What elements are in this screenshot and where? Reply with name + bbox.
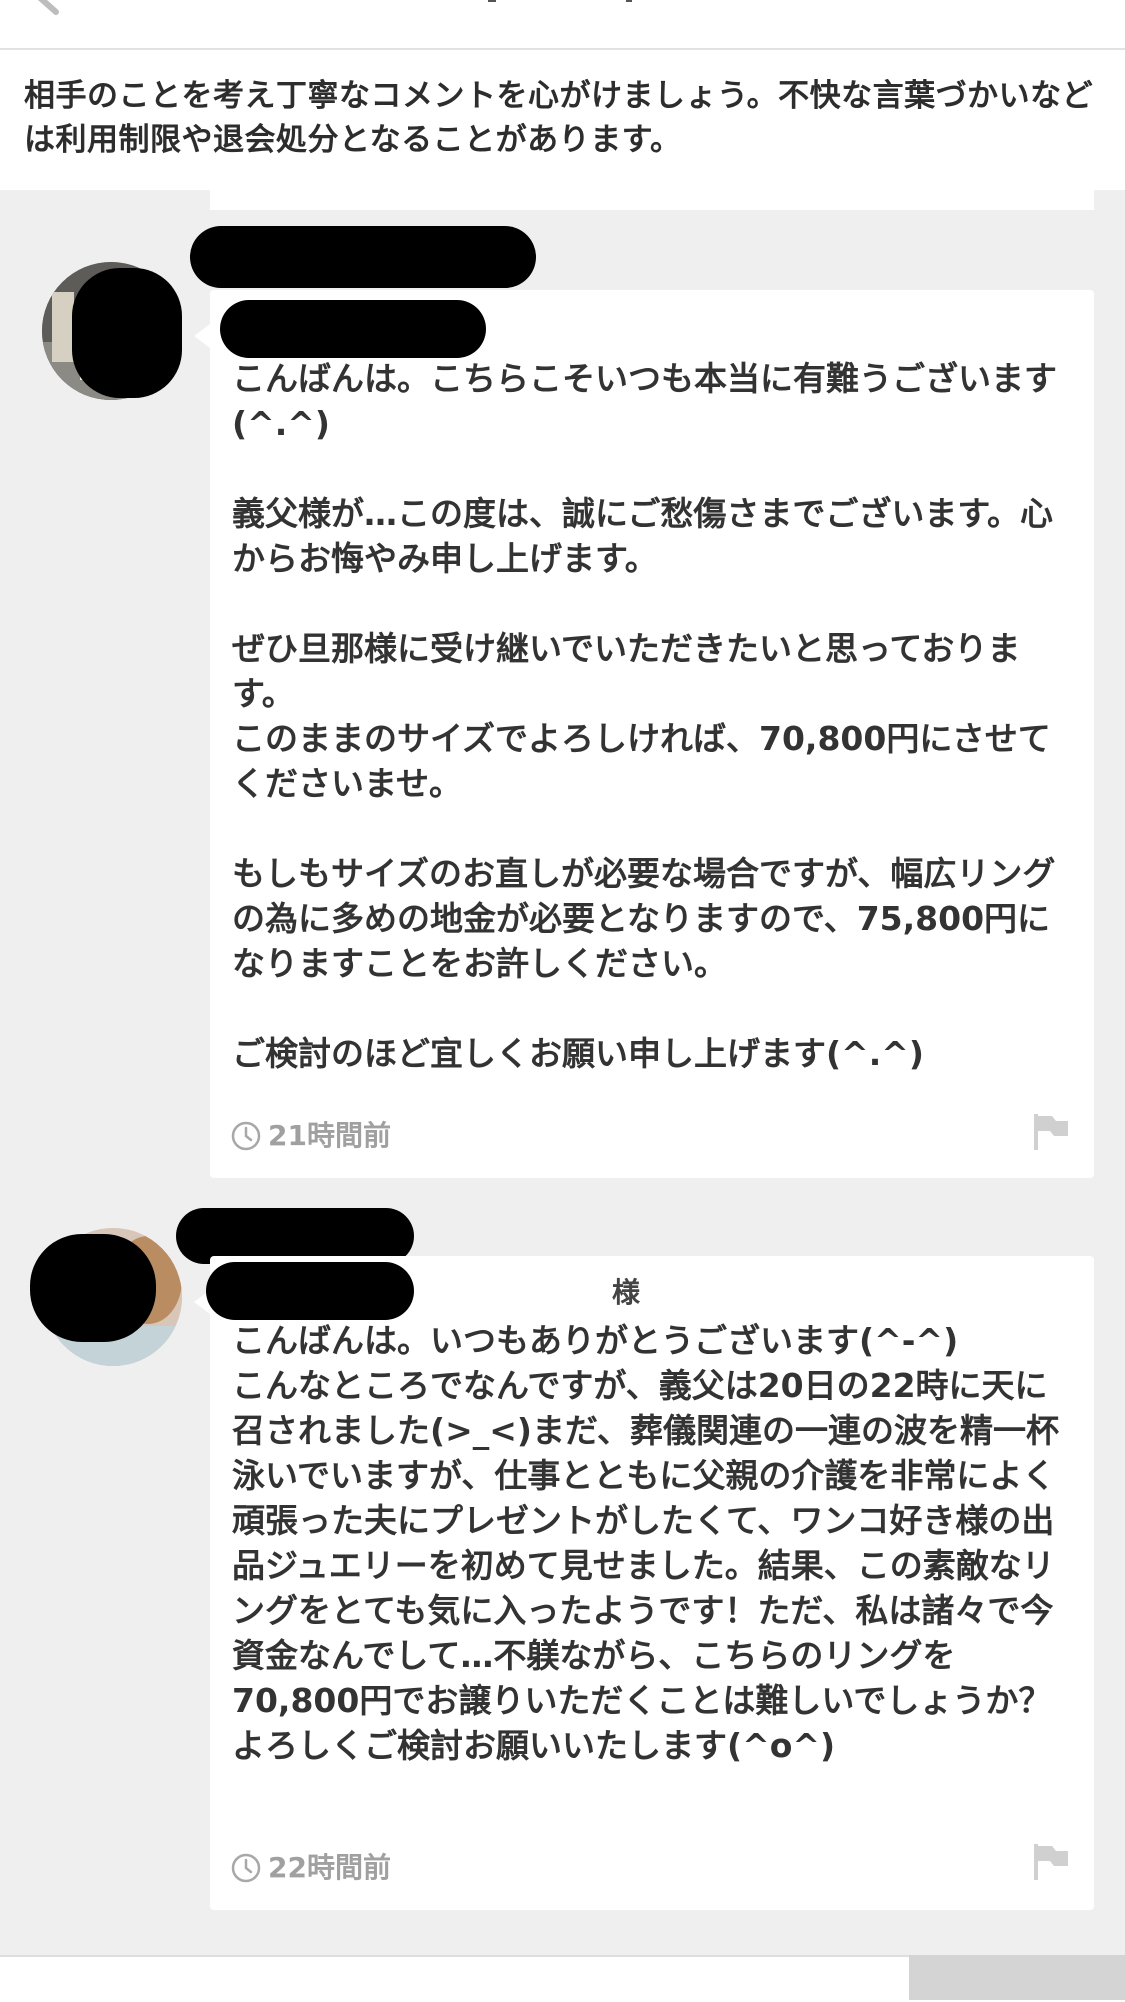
- comment-bubble: 様 こんばんは。いつもありがとうございます(^-^) こんなところでなんですが、…: [194, 1256, 1094, 1910]
- back-arrow-icon[interactable]: [30, 0, 70, 18]
- comment-paragraph: こんなところでなんですが、義父は20日の22時に天に召されました(>_<)まだ、…: [232, 1366, 1059, 1720]
- redaction-mark: [72, 268, 182, 398]
- comment-paragraph: 義父様が…この度は、誠にご愁傷さまでございます。心からお悔やみ申し上げます。: [232, 494, 1054, 578]
- page-title-fragment: [488, 0, 632, 2]
- redaction-mark: [30, 1234, 156, 1342]
- comment-timestamp: 22時間前: [230, 1850, 391, 1886]
- send-button[interactable]: [909, 1955, 1125, 2000]
- notice-text: 相手のことを考え丁寧なコメントを心がけましょう。不快な言葉づかいなどは利用制限や…: [24, 78, 1094, 158]
- comment-paragraph: ご検討のほど宜しくお願い申し上げます(^.^): [232, 1034, 925, 1073]
- redaction-mark: [220, 300, 486, 358]
- time-ago-text: 22時間前: [268, 1851, 391, 1884]
- top-navigation-bar: [0, 0, 1125, 50]
- comment-timestamp: 21時間前: [230, 1118, 391, 1154]
- time-ago-text: 21時間前: [268, 1119, 391, 1152]
- redaction-mark: [190, 226, 536, 288]
- previous-comment-bubble-edge: [210, 190, 1094, 210]
- comment-paragraph: よろしくご検討お願いいたします(^o^): [232, 1726, 836, 1765]
- flag-icon[interactable]: [1032, 1112, 1070, 1152]
- comment-paragraph: このままのサイズでよろしければ、70,800円にさせてくださいませ。: [232, 719, 1051, 803]
- comment-paragraph: こんばんは。こちらこそいつも本当に有難うございます(^.^): [232, 359, 1057, 443]
- redaction-mark: [206, 1262, 414, 1320]
- comment-guidelines-notice: 相手のことを考え丁寧なコメントを心がけましょう。不快な言葉づかいなどは利用制限や…: [0, 50, 1125, 190]
- flag-icon[interactable]: [1032, 1842, 1070, 1882]
- clock-icon: [231, 1121, 261, 1151]
- comment-paragraph: こんばんは。いつもありがとうございます(^-^): [232, 1321, 959, 1360]
- comment-paragraph: ぜひ旦那様に受け継いでいただきたいと思っております。: [232, 629, 1021, 713]
- comment-body: こんばんは。こちらこそいつも本当に有難うございます(^.^) 義父様が…この度は…: [232, 356, 1077, 1076]
- comment-bubble: こんばんは。こちらこそいつも本当に有難うございます(^.^) 義父様が…この度は…: [194, 290, 1094, 1178]
- clock-icon: [231, 1853, 261, 1883]
- comment-addressee: 様: [612, 1276, 641, 1309]
- comment-body: こんばんは。いつもありがとうございます(^-^) こんなところでなんですが、義父…: [232, 1318, 1077, 1768]
- comment-paragraph: もしもサイズのお直しが必要な場合ですが、幅広リングの為に多めの地金が必要となりま…: [232, 854, 1056, 983]
